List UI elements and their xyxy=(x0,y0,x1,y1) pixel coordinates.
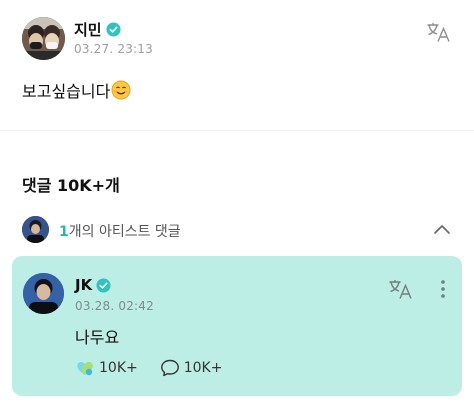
artist-comments-toggle[interactable]: 1개의 아티스트 댓글 xyxy=(22,216,454,244)
commenter-name[interactable]: JK xyxy=(75,276,92,294)
artist-comment-card: JK 03.28. 02:42 나두요 10K+ 10K+ xyxy=(12,256,462,396)
chevron-up-icon[interactable] xyxy=(432,220,452,240)
post-header: 지민 03.27. 23:13 xyxy=(22,17,452,61)
comment-text: 나두요 xyxy=(75,328,120,347)
reply-count: 10K+ xyxy=(183,360,223,376)
translate-icon[interactable] xyxy=(426,21,452,43)
comment-timestamp: 03.28. 02:42 xyxy=(75,299,154,313)
artist-avatar-small xyxy=(22,216,49,243)
commenter-avatar[interactable] xyxy=(23,273,64,314)
artist-comment-count: 1 xyxy=(59,224,69,240)
smiling-face-emoji-icon xyxy=(111,80,131,100)
comment-actions: 10K+ 10K+ xyxy=(75,358,244,378)
translate-icon[interactable] xyxy=(388,278,414,300)
commenter: JK xyxy=(75,276,111,294)
post-content: 보고싶습니다 xyxy=(22,78,131,102)
verified-badge-icon xyxy=(96,277,111,293)
reply-button[interactable]: 10K+ xyxy=(160,358,223,378)
author-avatar[interactable] xyxy=(22,17,65,60)
like-button[interactable]: 10K+ xyxy=(75,358,138,378)
like-count: 10K+ xyxy=(99,360,138,376)
post-timestamp: 03.27. 23:13 xyxy=(74,42,153,56)
artist-comments-label: 1개의 아티스트 댓글 xyxy=(59,221,181,241)
comments-count-heading: 댓글 10K+개 xyxy=(22,176,120,195)
author-name[interactable]: 지민 xyxy=(74,19,102,40)
like-reaction-icon xyxy=(77,361,93,376)
post-text: 보고싶습니다 xyxy=(22,82,111,101)
speech-bubble-icon xyxy=(160,359,179,377)
artist-comment-label-text: 개의 아티스트 댓글 xyxy=(68,224,181,240)
verified-badge-icon xyxy=(106,22,121,37)
more-vertical-icon[interactable] xyxy=(436,278,450,300)
section-divider xyxy=(0,130,474,131)
post-author: 지민 xyxy=(74,19,121,40)
